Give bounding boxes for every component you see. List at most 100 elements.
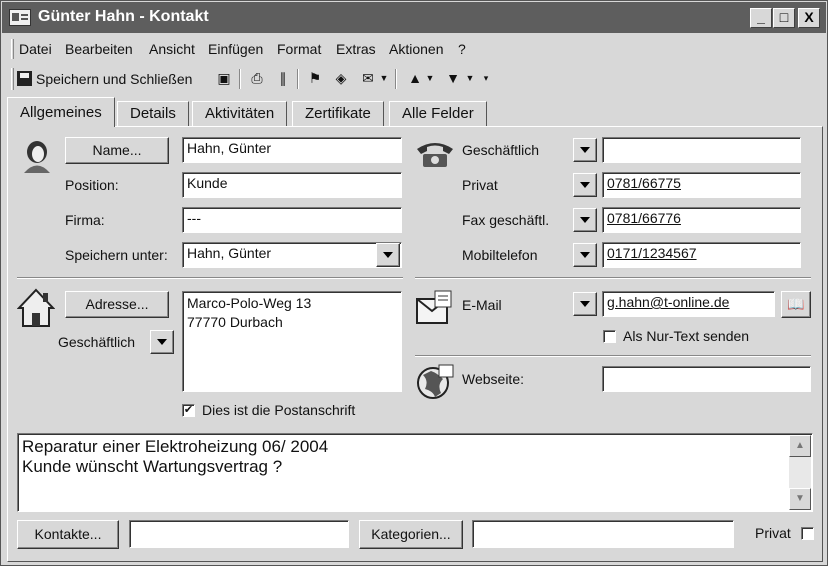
menu-bar: Datei Bearbeiten Ansicht Einfügen Format… — [11, 37, 821, 61]
tab-aktivitaeten[interactable]: Aktivitäten — [192, 101, 288, 127]
menubar-grip[interactable] — [11, 39, 14, 59]
address-line-1: Marco-Polo-Weg 13 — [187, 295, 312, 311]
position-field[interactable]: Kunde — [182, 172, 402, 198]
contact-card-icon[interactable] — [9, 9, 31, 26]
tab-zertifikate[interactable]: Zertifikate — [292, 101, 384, 127]
private-label: Privat — [755, 525, 791, 541]
phone-field-fax[interactable]: 0781/66776 — [602, 207, 801, 233]
file-as-combobox[interactable]: Hahn, Günter — [182, 242, 402, 268]
menu-aktionen[interactable]: Aktionen — [389, 41, 443, 57]
file-as-dropdown-button[interactable] — [376, 243, 400, 267]
tab-strip: Allgemeines Details Aktivitäten Zertifik… — [1, 97, 828, 127]
flag-icon[interactable]: ⚑ — [305, 68, 325, 88]
window-title: Günter Hahn - Kontakt — [38, 8, 209, 25]
email-envelope-icon — [416, 290, 452, 324]
plain-text-label: Als Nur-Text senden — [623, 328, 750, 344]
section-divider — [415, 277, 811, 279]
phone-label-business: Geschäftlich — [462, 142, 540, 158]
company-label: Firma: — [65, 212, 105, 228]
phone-label-mobile: Mobiltelefon — [462, 247, 538, 263]
menu-einfuegen[interactable]: Einfügen — [208, 41, 263, 57]
address-textbox[interactable]: Marco-Polo-Weg 13 77770 Durbach — [182, 291, 402, 392]
menu-ansicht[interactable]: Ansicht — [149, 41, 195, 57]
next-item-icon[interactable]: ▼ — [443, 68, 463, 88]
address-book-icon: 📖 — [787, 296, 805, 312]
print-icon[interactable]: ⎙ — [247, 68, 267, 88]
section-divider — [415, 355, 811, 357]
menu-format[interactable]: Format — [277, 41, 321, 57]
maximize-button[interactable]: □ — [773, 8, 795, 28]
save-close-label: Speichern und Schließen — [36, 71, 193, 87]
company-field[interactable]: --- — [182, 207, 402, 233]
menu-help[interactable]: ? — [458, 41, 466, 57]
title-bar[interactable]: Günter Hahn - Kontakt _ □ X — [2, 2, 826, 33]
web-field[interactable] — [602, 366, 811, 392]
menu-datei[interactable]: Datei — [19, 41, 52, 57]
web-label: Webseite: — [462, 371, 524, 387]
scroll-up-icon[interactable]: ▲ — [789, 435, 811, 457]
attachment-icon[interactable]: ∥ — [273, 68, 293, 88]
name-button[interactable]: Name... — [65, 137, 169, 164]
previous-item-icon[interactable]: ▲ — [405, 68, 425, 88]
phone-type-dropdown-fax[interactable] — [573, 208, 597, 232]
categories-field[interactable] — [472, 520, 734, 548]
save-as-icon[interactable]: ▣ — [214, 68, 234, 88]
tab-alle-felder[interactable]: Alle Felder — [389, 101, 487, 127]
address-type-dropdown[interactable] — [150, 330, 174, 354]
private-checkbox[interactable] — [801, 527, 814, 540]
phone-label-fax: Fax geschäftl. — [462, 212, 550, 228]
email-field[interactable]: g.hahn@t-online.de — [602, 291, 775, 317]
phone-type-dropdown-private[interactable] — [573, 173, 597, 197]
email-label: E-Mail — [462, 297, 502, 313]
call-contact-icon[interactable]: ◈ — [331, 68, 351, 88]
address-button[interactable]: Adresse... — [65, 291, 169, 318]
notes-text: Reparatur einer Elektroheizung 06/ 2004 K… — [22, 437, 328, 477]
save-and-close-button[interactable]: Speichern und Schließen — [17, 68, 192, 90]
phone-field-business[interactable] — [602, 137, 801, 163]
categories-button[interactable]: Kategorien... — [359, 520, 463, 549]
dropdown-arrow-icon[interactable]: ▼ — [379, 68, 389, 88]
notes-scrollbar[interactable]: ▲ ▼ — [789, 435, 811, 510]
toolbar-grip[interactable] — [11, 68, 14, 90]
email-type-dropdown[interactable] — [573, 292, 597, 316]
phone-field-private[interactable]: 0781/66775 — [602, 172, 801, 198]
web-globe-icon — [417, 364, 454, 399]
phone-type-dropdown-mobile[interactable] — [573, 243, 597, 267]
plain-text-checkbox[interactable] — [603, 330, 616, 343]
toolbar-options-icon[interactable]: ▾ — [481, 68, 491, 88]
house-icon — [17, 288, 55, 327]
toolbar: Speichern und Schließen ▣ ⎙ ∥ ⚑ ◈ ✉ ▼ ▲ … — [11, 65, 821, 93]
address-type-label: Geschäftlich — [58, 334, 136, 350]
close-button[interactable]: X — [798, 8, 820, 28]
notes-line-2: Kunde wünscht Wartungsvertrag ? — [22, 457, 283, 476]
address-line-2: 77770 Durbach — [187, 314, 283, 330]
position-label: Position: — [65, 177, 119, 193]
phone-label-private: Privat — [462, 177, 498, 193]
contacts-button[interactable]: Kontakte... — [17, 520, 119, 549]
menu-bearbeiten[interactable]: Bearbeiten — [65, 41, 133, 57]
telephone-icon — [417, 143, 453, 167]
notes-line-1: Reparatur einer Elektroheizung 06/ 2004 — [22, 437, 329, 456]
floppy-disk-icon — [17, 71, 32, 86]
toolbar-separator — [239, 69, 241, 89]
contacts-field[interactable] — [129, 520, 349, 548]
file-as-label: Speichern unter: — [65, 247, 168, 263]
name-field[interactable]: Hahn, Günter — [182, 137, 402, 163]
dropdown-arrow-icon[interactable]: ▼ — [465, 68, 475, 88]
address-book-button[interactable]: 📖 — [781, 291, 811, 318]
toolbar-separator — [395, 69, 397, 89]
scroll-down-icon[interactable]: ▼ — [789, 488, 811, 510]
toolbar-separator — [297, 69, 299, 89]
tab-allgemeines[interactable]: Allgemeines — [7, 97, 115, 127]
notes-textarea[interactable]: Reparatur einer Elektroheizung 06/ 2004 K… — [17, 433, 813, 512]
phone-type-dropdown-business[interactable] — [573, 138, 597, 162]
minimize-button[interactable]: _ — [750, 8, 772, 28]
menu-extras[interactable]: Extras — [336, 41, 376, 57]
new-message-icon[interactable]: ✉ — [358, 68, 378, 88]
tab-details[interactable]: Details — [117, 101, 189, 127]
postal-address-checkbox[interactable]: ✔ — [182, 404, 195, 417]
dropdown-arrow-icon[interactable]: ▼ — [425, 68, 435, 88]
phone-field-mobile[interactable]: 0171/1234567 — [602, 242, 801, 268]
postal-address-label: Dies ist die Postanschrift — [202, 402, 356, 418]
person-icon — [24, 141, 50, 173]
